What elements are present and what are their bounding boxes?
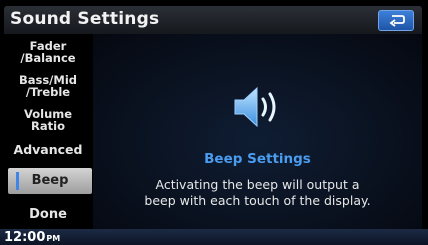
description-line: Activating the beep will output a: [155, 177, 360, 192]
title-bar: Sound Settings: [4, 6, 422, 34]
sidebar-item-bass-mid-treble[interactable]: Bass/Mid /Treble: [4, 74, 92, 98]
sidebar-item-fader-balance[interactable]: Fader /Balance: [4, 40, 92, 64]
beep-description: Activating the beep will output a beep w…: [93, 177, 422, 209]
sidebar-item-beep[interactable]: Beep: [8, 168, 92, 194]
page-title: Sound Settings: [10, 9, 160, 29]
back-button[interactable]: [378, 10, 414, 31]
sidebar-item-advanced[interactable]: Advanced: [4, 142, 92, 157]
main-panel: Beep Settings Activating the beep will o…: [93, 34, 422, 229]
sidebar-menu: Fader /Balance Bass/Mid /Treble Volume R…: [4, 34, 92, 229]
sidebar-item-volume-ratio[interactable]: Volume Ratio: [4, 108, 92, 132]
beep-settings-heading: Beep Settings: [204, 151, 311, 167]
done-button[interactable]: Done: [4, 208, 92, 221]
description-line: beep with each touch of the display.: [144, 193, 371, 208]
speaker-volume-icon: [234, 86, 276, 128]
clock-time: 12:00: [4, 230, 46, 245]
clock-ampm: PM: [46, 234, 61, 243]
sidebar-item-label: Ratio: [31, 119, 65, 133]
status-bar: 12:00PM: [0, 229, 428, 245]
sidebar-item-label: /Treble: [25, 85, 71, 99]
screen: Sound Settings Fader /Balance Bass/Mid /…: [0, 0, 428, 245]
sidebar-item-label: /Balance: [20, 51, 76, 65]
return-arrow-icon: [389, 15, 405, 27]
sidebar-item-label: Advanced: [13, 142, 83, 157]
clock: 12:00PM: [4, 230, 60, 245]
sidebar-item-label: Beep: [31, 173, 69, 188]
